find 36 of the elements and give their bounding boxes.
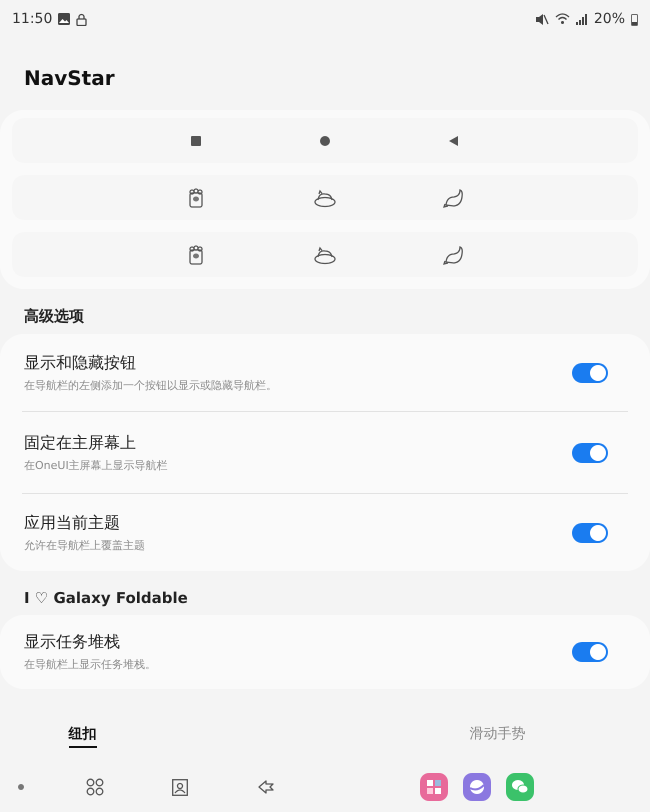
circle-icon (320, 136, 330, 146)
app-icon[interactable] (420, 773, 448, 801)
app-icon[interactable] (506, 773, 534, 801)
dot-icon[interactable] (18, 784, 24, 790)
toggle-switch[interactable] (572, 442, 608, 462)
setting-title: 显示和隐藏按钮 (24, 352, 137, 374)
battery-icon (631, 12, 638, 26)
portrait-icon[interactable] (172, 778, 188, 796)
image-icon (58, 13, 70, 25)
app-icon[interactable] (463, 773, 491, 801)
section-title: 高级选项 (24, 307, 85, 326)
paw-icon (188, 188, 204, 208)
paw-icon (188, 244, 204, 264)
back-triangle-icon (449, 136, 458, 146)
toggle-switch[interactable] (572, 362, 608, 382)
tab[interactable]: 纽扣 (68, 725, 96, 748)
wifi-icon (554, 13, 570, 25)
section-title: I ♡ Galaxy Foldable (24, 589, 189, 607)
setting-description: 在OneUI主屏幕上显示导航栏 (24, 458, 168, 472)
setting-title: 显示任务堆栈 (24, 632, 121, 653)
toggle-switch[interactable] (572, 522, 608, 542)
status-time: 11:50 (12, 11, 52, 27)
square-icon (191, 136, 202, 146)
setting-description: 允许在导航栏上覆盖主题 (24, 538, 145, 552)
battery-percent: 20% (594, 11, 625, 27)
setting-title: 应用当前主题 (24, 512, 121, 534)
setting-description: 在导航栏的左侧添加一个按钮以显示或隐藏导航栏。 (24, 378, 277, 392)
setting-title: 固定在主屏幕上 (24, 432, 137, 454)
lock-icon (76, 12, 88, 26)
signal-icon (576, 13, 588, 25)
mute-icon (534, 12, 549, 26)
app-title: NavStar (24, 66, 116, 90)
back-icon[interactable] (258, 780, 274, 794)
setting-description: 在导航栏上显示任务堆栈。 (24, 657, 156, 672)
apps-icon[interactable] (86, 778, 104, 796)
toggle-switch[interactable] (572, 642, 608, 662)
